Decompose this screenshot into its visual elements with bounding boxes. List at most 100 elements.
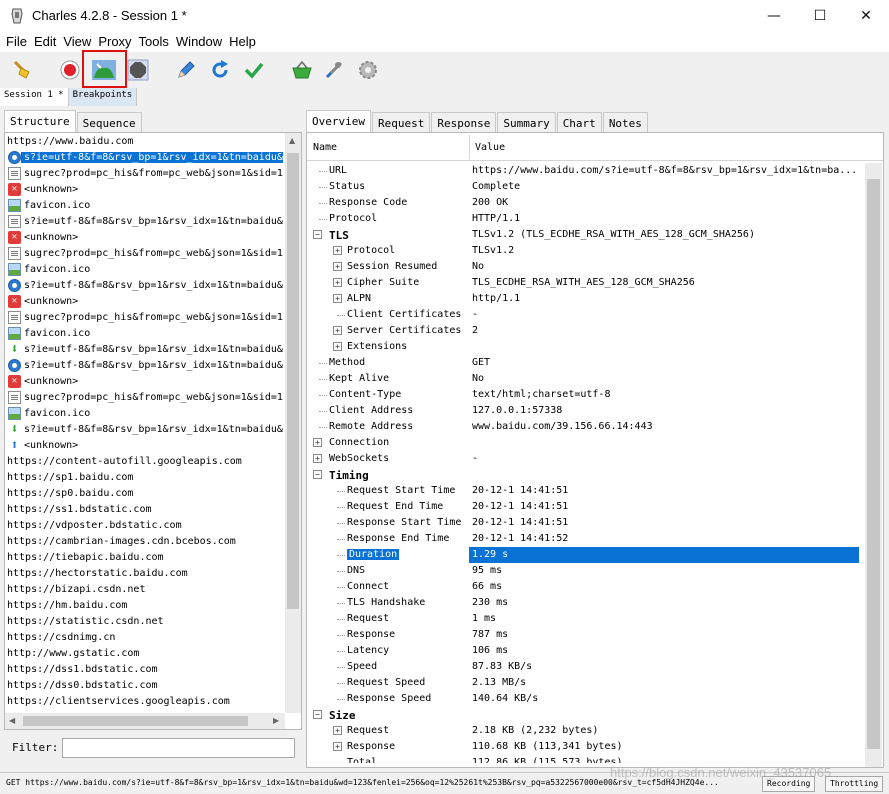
host-row[interactable]: https://vdposter.bdstatic.com <box>5 517 285 533</box>
host-row[interactable]: https://cambrian-images.cdn.bcebos.com <box>5 533 285 549</box>
overview-row[interactable]: + Response 110.68 KB (113,341 bytes) <box>307 739 865 755</box>
settings-button[interactable] <box>354 56 382 84</box>
collapse-icon[interactable]: − <box>313 710 322 719</box>
request-row[interactable]: sugrec?prod=pc_his&from=pc_web&json=1&si… <box>5 389 285 405</box>
scroll-left-icon[interactable]: ◀ <box>9 716 15 725</box>
overview-row[interactable]: + Extensions <box>307 339 865 355</box>
overview-row[interactable]: Remote Address www.baidu.com/39.156.66.14… <box>307 419 865 435</box>
request-row[interactable]: sugrec?prod=pc_his&from=pc_web&json=1&si… <box>5 245 285 261</box>
tree-horizontal-scrollbar[interactable]: ◀ ▶ <box>5 713 285 729</box>
column-value-header[interactable]: Value <box>475 142 505 153</box>
overview-row[interactable]: + Protocol TLSv1.2 <box>307 243 865 259</box>
shopping-basket-button[interactable] <box>288 56 316 84</box>
tab-response[interactable]: Response <box>431 112 497 132</box>
expand-icon[interactable]: + <box>333 742 342 751</box>
host-row[interactable]: https://sp0.baidu.com <box>5 485 285 501</box>
validate-button[interactable] <box>240 56 268 84</box>
overview-row[interactable]: Total 112.86 KB (115,573 bytes) <box>307 755 865 763</box>
overview-row[interactable]: + Connection <box>307 435 865 451</box>
minimize-button[interactable]: — <box>751 0 797 32</box>
overview-row[interactable]: Speed 87.83 KB/s <box>307 659 865 675</box>
collapse-icon[interactable]: − <box>313 230 322 239</box>
scroll-right-icon[interactable]: ▶ <box>273 716 279 725</box>
request-row[interactable]: sugrec?prod=pc_his&from=pc_web&json=1&si… <box>5 165 285 181</box>
host-row[interactable]: https://dss0.bdstatic.com <box>5 677 285 693</box>
request-row[interactable]: ✕ <unknown> <box>5 373 285 389</box>
overview-row[interactable]: Response Speed 140.64 KB/s <box>307 691 865 707</box>
expand-icon[interactable]: + <box>333 726 342 735</box>
host-row[interactable]: https://sp1.baidu.com <box>5 469 285 485</box>
request-row[interactable]: sugrec?prod=pc_his&from=pc_web&json=1&si… <box>5 309 285 325</box>
request-row[interactable]: s?ie=utf-8&f=8&rsv_bp=1&rsv_idx=1&tn=bai… <box>5 213 285 229</box>
request-row[interactable]: ⬇ s?ie=utf-8&f=8&rsv_bp=1&rsv_idx=1&tn=ba… <box>5 421 285 437</box>
tab-notes[interactable]: Notes <box>602 112 648 132</box>
overview-row[interactable]: Request 1 ms <box>307 611 865 627</box>
menu-window[interactable]: Window <box>176 32 222 52</box>
column-name-header[interactable]: Name <box>313 142 337 153</box>
scroll-thumb[interactable] <box>23 716 248 726</box>
host-row[interactable]: https://content-autofill.googleapis.com <box>5 453 285 469</box>
scroll-thumb[interactable] <box>287 153 299 609</box>
overview-row[interactable]: + Server Certificates 2 <box>307 323 865 339</box>
overview-row[interactable]: Response Code 200 OK <box>307 195 865 211</box>
overview-row[interactable]: − TLS TLSv1.2 (TLS_ECDHE_RSA_WITH_AES_128_… <box>307 227 865 243</box>
overview-row[interactable]: + WebSockets - <box>307 451 865 467</box>
overview-row[interactable]: Response End Time 20-12-1 14:41:52 <box>307 531 865 547</box>
overview-row[interactable]: + Request 2.18 KB (2,232 bytes) <box>307 723 865 739</box>
overview-row[interactable]: Latency 106 ms <box>307 643 865 659</box>
request-row[interactable]: s?ie=utf-8&f=8&rsv_bp=1&rsv_idx=1&tn=bai… <box>5 357 285 373</box>
tab-overview[interactable]: Overview <box>306 110 371 132</box>
overview-row[interactable]: Status Complete <box>307 179 865 195</box>
request-row[interactable]: favicon.ico <box>5 405 285 421</box>
close-button[interactable]: ✕ <box>843 0 889 32</box>
throttling-button[interactable]: Throttling <box>825 776 884 792</box>
scroll-thumb[interactable] <box>867 179 880 749</box>
host-row[interactable]: https://hm.baidu.com <box>5 597 285 613</box>
overview-row[interactable]: − Size <box>307 707 865 723</box>
expand-icon[interactable]: + <box>333 294 342 303</box>
overview-row[interactable]: + ALPN http/1.1 <box>307 291 865 307</box>
overview-row[interactable]: Request Speed 2.13 MB/s <box>307 675 865 691</box>
tab-request[interactable]: Request <box>371 112 431 132</box>
overview-row[interactable]: Client Certificates - <box>307 307 865 323</box>
overview-row[interactable]: Client Address 127.0.0.1:57338 <box>307 403 865 419</box>
request-row[interactable]: ✕ <unknown> <box>5 181 285 197</box>
request-row[interactable]: favicon.ico <box>5 197 285 213</box>
expand-icon[interactable]: + <box>333 262 342 271</box>
request-row[interactable]: ⬇ s?ie=utf-8&f=8&rsv_bp=1&rsv_idx=1&tn=ba… <box>5 341 285 357</box>
clear-session-button[interactable] <box>8 56 36 84</box>
overview-row[interactable]: Response Start Time 20-12-1 14:41:51 <box>307 515 865 531</box>
menu-tools[interactable]: Tools <box>139 32 169 52</box>
menu-help[interactable]: Help <box>229 32 256 52</box>
request-row[interactable]: ✕ <unknown> <box>5 293 285 309</box>
overview-vertical-scrollbar[interactable] <box>865 163 882 767</box>
repeat-button[interactable] <box>206 56 234 84</box>
host-row[interactable]: https://clientservices.googleapis.com <box>5 693 285 709</box>
overview-row[interactable]: + Cipher Suite TLS_ECDHE_RSA_WITH_AES_128_… <box>307 275 865 291</box>
request-row[interactable]: favicon.ico <box>5 261 285 277</box>
expand-icon[interactable]: + <box>333 342 342 351</box>
host-row[interactable]: https://dss1.bdstatic.com <box>5 661 285 677</box>
tab-breakpoints[interactable]: Breakpoints <box>68 88 138 106</box>
request-row[interactable]: favicon.ico <box>5 325 285 341</box>
host-row[interactable]: https://www.baidu.com <box>5 133 285 149</box>
menu-edit[interactable]: Edit <box>34 32 56 52</box>
request-row[interactable]: ✕ <unknown> <box>5 229 285 245</box>
menu-proxy[interactable]: Proxy <box>98 32 131 52</box>
overview-row[interactable]: Request End Time 20-12-1 14:41:51 <box>307 499 865 515</box>
request-row[interactable]: ⬆ <unknown> <box>5 437 285 453</box>
overview-row[interactable]: Connect 66 ms <box>307 579 865 595</box>
host-row[interactable]: https://ss1.bdstatic.com <box>5 501 285 517</box>
filter-input[interactable] <box>62 738 295 758</box>
host-row[interactable]: https://hectorstatic.baidu.com <box>5 565 285 581</box>
tab-structure[interactable]: Structure <box>4 110 76 132</box>
request-row[interactable]: s?ie=utf-8&f=8&rsv_bp=1&rsv_idx=1&tn=bai… <box>5 277 285 293</box>
overview-row[interactable]: Content-Type text/html;charset=utf-8 <box>307 387 865 403</box>
expand-icon[interactable]: + <box>333 326 342 335</box>
overview-row[interactable]: + Session Resumed No <box>307 259 865 275</box>
expand-icon[interactable]: + <box>333 278 342 287</box>
host-row[interactable]: http://www.gstatic.com <box>5 645 285 661</box>
tab-summary[interactable]: Summary <box>497 112 556 132</box>
host-row[interactable]: https://tiebapic.baidu.com <box>5 549 285 565</box>
overview-row[interactable]: Request Start Time 20-12-1 14:41:51 <box>307 483 865 499</box>
